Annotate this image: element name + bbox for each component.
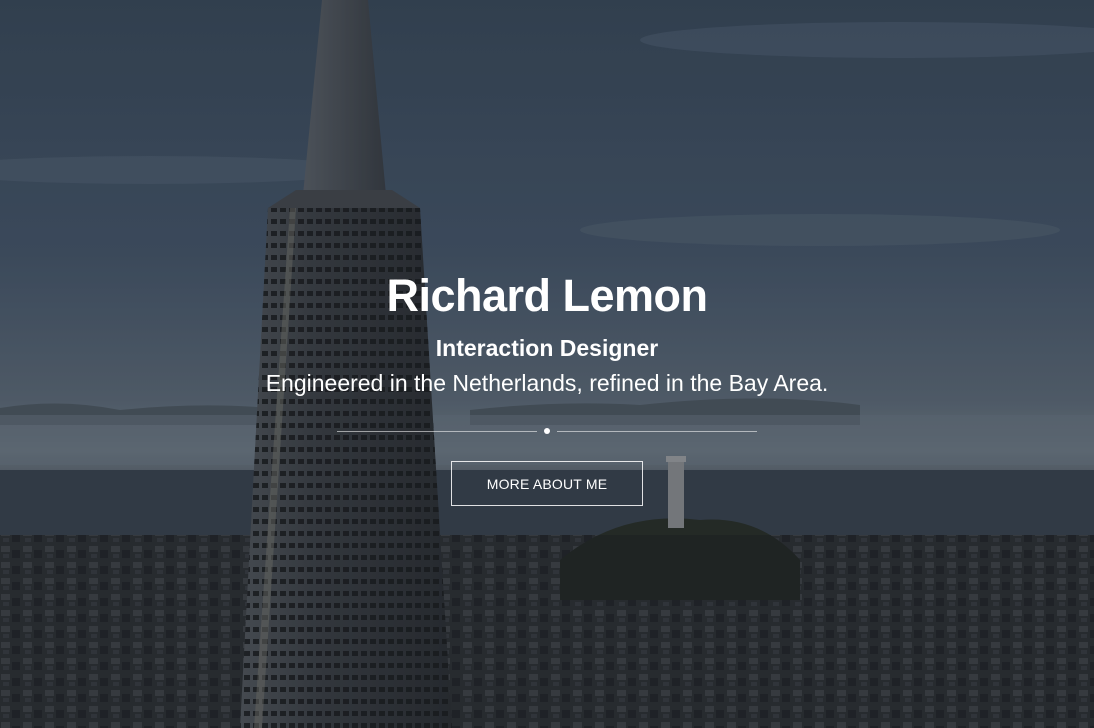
divider-dot-icon bbox=[544, 428, 550, 434]
hero-section: Richard Lemon Interaction Designer Engin… bbox=[0, 0, 1094, 728]
hero-role: Interaction Designer bbox=[435, 335, 659, 361]
hero-tagline: Engineered in the Netherlands, refined i… bbox=[265, 370, 829, 396]
divider-line-right bbox=[557, 431, 757, 432]
divider-line-left bbox=[337, 431, 537, 432]
more-about-me-button[interactable]: MORE ABOUT ME bbox=[451, 461, 643, 506]
ornamental-divider bbox=[337, 428, 757, 436]
hero-content: Richard Lemon Interaction Designer Engin… bbox=[0, 268, 1094, 506]
hero-name-heading: Richard Lemon bbox=[386, 270, 708, 321]
